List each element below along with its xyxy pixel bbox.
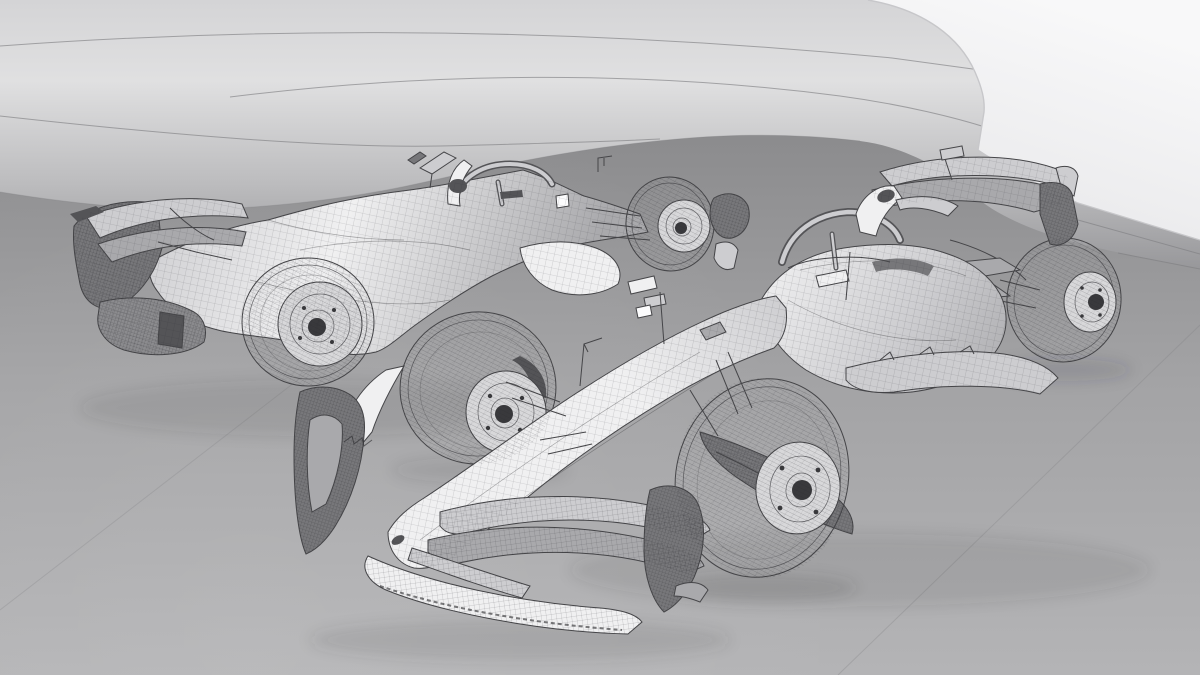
render-viewport [0, 0, 1200, 675]
wireframe-render [0, 0, 1200, 675]
